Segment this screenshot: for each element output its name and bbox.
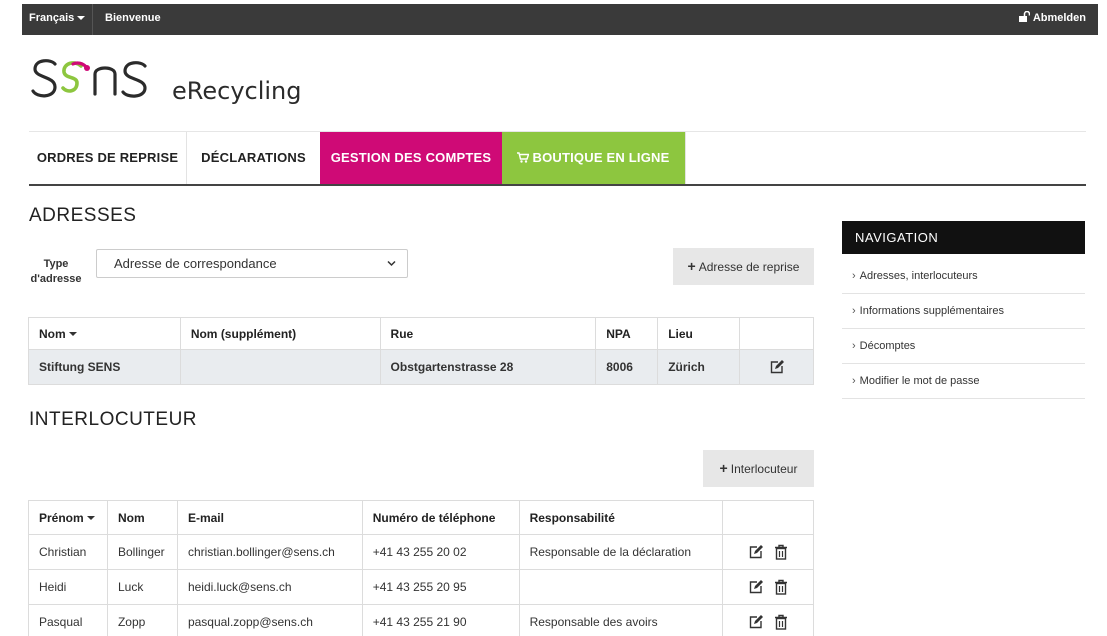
nav-gestion-des-comptes[interactable]: GESTION DES COMPTES — [320, 132, 502, 184]
top-bar: Français Bienvenue Abmelden — [22, 4, 1098, 35]
nav-boutique-en-ligne[interactable]: BOUTIQUE EN LIGNE — [502, 132, 685, 184]
lock-open-icon — [1018, 10, 1031, 22]
caret-down-icon — [68, 332, 77, 337]
col-prenom[interactable]: Prénom — [28, 500, 108, 535]
cell-nom: Stiftung SENS — [28, 349, 181, 385]
cell-actions — [722, 604, 814, 636]
nav-bottom-divider — [29, 184, 1086, 186]
cell-prenom: Christian — [28, 534, 108, 570]
col-rue: Rue — [379, 317, 597, 350]
col-label: Nom — [39, 326, 66, 341]
address-type-label: Type d'adresse — [30, 258, 82, 285]
sens-logo-mark — [31, 59, 147, 98]
chevron-right-icon: › — [852, 375, 856, 387]
chevron-right-icon: › — [852, 270, 856, 282]
sidebar-item-label: Décomptes — [859, 340, 916, 352]
table-header-row: Nom Nom (supplément) Rue NPA Lieu — [28, 317, 814, 350]
contacts-title: INTERLOCUTEUR — [29, 409, 198, 430]
cell-lieu: Zürich — [657, 349, 741, 385]
cell-phone: +41 43 255 20 02 — [361, 534, 520, 570]
logout-label: Abmelden — [1032, 12, 1086, 24]
col-nom[interactable]: Nom — [28, 317, 181, 350]
col-lieu: Lieu — [657, 317, 741, 350]
edit-icon[interactable] — [748, 614, 764, 630]
sidebar-item-mot-de-passe[interactable]: › Modifier le mot de passe — [842, 364, 1085, 399]
cell-actions — [739, 349, 814, 385]
cell-nom: Zopp — [106, 604, 178, 636]
table-row: Heidi Luck heidi.luck@sens.ch +41 43 255… — [28, 569, 814, 605]
sidebar-item-label: Adresses, interlocuteurs — [859, 270, 978, 282]
cell-actions — [722, 534, 814, 570]
table-row: Stiftung SENS Obstgartenstrasse 28 8006 … — [28, 349, 814, 385]
contacts-table: Prénom Nom E-mail Numéro de téléphone Re… — [28, 500, 814, 636]
col-label: Prénom — [39, 510, 84, 525]
nav-declarations[interactable]: DÉCLARATIONS — [187, 132, 320, 184]
language-label: Français — [29, 12, 75, 24]
col-nom-supplement: Nom (supplément) — [179, 317, 381, 350]
col-nom: Nom — [106, 500, 178, 535]
cell-phone: +41 43 255 21 90 — [361, 604, 520, 636]
cell-prenom: Heidi — [28, 569, 108, 605]
nav-boutique-label: BOUTIQUE EN LIGNE — [532, 150, 670, 165]
nav-ordres-de-reprise[interactable]: ORDRES DE REPRISE — [29, 132, 186, 184]
cell-email: heidi.luck@sens.ch — [176, 569, 363, 605]
nav-separator — [685, 132, 686, 184]
cell-responsabilite: Responsable des avoirs — [518, 604, 724, 636]
edit-icon[interactable] — [748, 579, 764, 595]
cart-icon — [517, 152, 530, 163]
col-responsabilite: Responsabilité — [518, 500, 724, 535]
cell-npa: 8006 — [595, 349, 659, 385]
col-email: E-mail — [176, 500, 363, 535]
col-actions — [722, 500, 814, 535]
cell-email: christian.bollinger@sens.ch — [176, 534, 363, 570]
trash-icon[interactable] — [774, 614, 788, 630]
add-address-label: Adresse de reprise — [698, 260, 800, 274]
sidebar-item-adresses[interactable]: › Adresses, interlocuteurs — [842, 259, 1085, 294]
cell-nom: Bollinger — [106, 534, 178, 570]
chevron-right-icon: › — [852, 340, 856, 352]
add-address-button[interactable]: + Adresse de reprise — [673, 248, 814, 285]
table-header-row: Prénom Nom E-mail Numéro de téléphone Re… — [28, 500, 814, 535]
cell-responsabilite — [518, 569, 724, 605]
address-type-select[interactable]: Adresse de correspondance — [96, 249, 408, 278]
cell-prenom: Pasqual — [28, 604, 108, 636]
cell-nom: Luck — [106, 569, 178, 605]
language-selector[interactable]: Français — [22, 4, 93, 35]
address-type-value: Adresse de correspondance — [114, 256, 277, 271]
sidebar-item-label: Modifier le mot de passe — [859, 375, 980, 387]
logout-button[interactable]: Abmelden — [1018, 4, 1086, 33]
sidebar-title: NAVIGATION — [842, 221, 1085, 254]
addresses-table: Nom Nom (supplément) Rue NPA Lieu Stiftu… — [28, 317, 814, 385]
trash-icon[interactable] — [774, 579, 788, 595]
chevron-right-icon: › — [852, 305, 856, 317]
edit-icon[interactable] — [748, 544, 764, 560]
addresses-title: ADRESSES — [29, 205, 137, 226]
add-contact-button[interactable]: + Interlocuteur — [703, 450, 814, 487]
logo-subtitle: eRecycling — [172, 77, 302, 105]
cell-rue: Obstgartenstrasse 28 — [379, 349, 597, 385]
trash-icon[interactable] — [774, 544, 788, 560]
cell-responsabilite: Responsable de la déclaration — [518, 534, 724, 570]
plus-icon: + — [687, 258, 696, 274]
col-npa: NPA — [595, 317, 659, 350]
main-nav: ORDRES DE REPRISE DÉCLARATIONS GESTION D… — [29, 132, 1086, 184]
add-contact-label: Interlocuteur — [730, 462, 798, 476]
cell-actions — [722, 569, 814, 605]
sidebar-item-informations[interactable]: › Informations supplémentaires — [842, 294, 1085, 329]
sidebar-item-decomptes[interactable]: › Décomptes — [842, 329, 1085, 364]
table-row: Christian Bollinger christian.bollinger@… — [28, 534, 814, 570]
col-phone: Numéro de téléphone — [361, 500, 520, 535]
cell-phone: +41 43 255 20 95 — [361, 569, 520, 605]
caret-down-icon — [86, 516, 95, 521]
sidebar-item-label: Informations supplémentaires — [859, 305, 1004, 317]
col-actions — [739, 317, 814, 350]
cell-email: pasqual.zopp@sens.ch — [176, 604, 363, 636]
plus-icon: + — [719, 460, 728, 476]
cell-supplement — [179, 349, 381, 385]
welcome-link[interactable]: Bienvenue — [105, 4, 161, 33]
table-row: Pasqual Zopp pasqual.zopp@sens.ch +41 43… — [28, 604, 814, 636]
chevron-down-icon — [387, 260, 396, 267]
caret-down-icon — [77, 16, 86, 21]
edit-icon[interactable] — [769, 359, 785, 375]
